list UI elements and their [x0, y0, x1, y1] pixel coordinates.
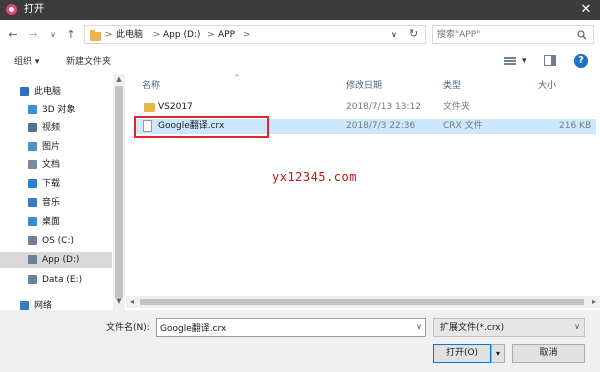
file-modified: 2018/7/3 22:36 [346, 121, 416, 131]
recent-locations-button[interactable]: ∨ [46, 28, 60, 42]
breadcrumb-separator: > [105, 30, 113, 40]
music-icon [28, 198, 37, 207]
scroll-left-arrow[interactable]: ◂ [126, 296, 138, 308]
search-box[interactable] [432, 25, 594, 44]
open-dropdown-button[interactable]: ▾ [491, 344, 505, 363]
file-name: VS2017 [158, 102, 193, 112]
breadcrumb-app-folder[interactable]: APP [218, 29, 235, 41]
sidebar-item-label: 桌面 [42, 217, 61, 227]
sidebar-item[interactable]: 桌面 [0, 214, 112, 230]
navigation-scrollbar[interactable]: ▲ ▼ [113, 74, 125, 310]
scroll-thumb[interactable] [115, 86, 123, 298]
sidebar-item[interactable]: 文档 [0, 157, 112, 173]
chevron-down-icon[interactable]: ∨ [416, 322, 422, 331]
document-icon [28, 160, 37, 169]
folder-icon [144, 103, 155, 112]
app-icon [6, 4, 17, 15]
file-type: CRX 文件 [443, 121, 483, 131]
cancel-button[interactable]: 取消 [512, 344, 585, 363]
sidebar-item[interactable]: 下载 [0, 176, 112, 192]
sidebar-item-label: 文档 [42, 160, 61, 170]
column-header-modified[interactable]: 修改日期 [346, 80, 382, 92]
open-button[interactable]: 打开(O) [433, 344, 491, 363]
download-icon [28, 179, 37, 188]
picture-icon [28, 142, 37, 151]
search-icon[interactable] [577, 30, 587, 40]
file-type-value: 扩展文件(*.crx) [440, 323, 505, 333]
scroll-thumb[interactable] [140, 299, 584, 305]
breadcrumb-separator: > [243, 30, 251, 40]
sidebar-item-label: 3D 对象 [42, 105, 76, 115]
sidebar-item-label: Data (E:) [42, 275, 83, 285]
drive-icon [28, 255, 37, 264]
sidebar-item[interactable]: 此电脑 [0, 84, 112, 100]
new-folder-button[interactable]: 新建文件夹 [66, 56, 111, 68]
up-button[interactable]: ↑ [64, 28, 78, 42]
sidebar-item[interactable]: Data (E:) [0, 272, 112, 288]
forward-button[interactable]: → [26, 28, 40, 42]
title-bar: 打开 ✕ [0, 0, 600, 20]
cube-icon [28, 105, 37, 114]
annotation-highlight-box [134, 116, 269, 138]
filename-label: 文件名(N): [106, 323, 150, 333]
column-header-size[interactable]: 大小 [538, 80, 556, 92]
sidebar-item[interactable]: OS (C:) [0, 233, 112, 249]
column-header-type[interactable]: 类型 [443, 80, 461, 92]
sidebar-item[interactable]: 图片 [0, 139, 112, 155]
sidebar-item[interactable]: 音乐 [0, 195, 112, 211]
file-type: 文件夹 [443, 102, 471, 112]
breadcrumb-separator: > [153, 30, 161, 40]
folder-icon [90, 30, 101, 41]
file-size: 216 KB [559, 121, 592, 131]
breadcrumb-app-drive[interactable]: App (D:) [163, 29, 200, 41]
view-options-dropdown[interactable]: ▾ [522, 55, 527, 67]
sidebar-item-label: OS (C:) [42, 236, 74, 246]
scroll-up-arrow[interactable]: ▲ [113, 74, 125, 84]
computer-icon [20, 87, 29, 96]
breadcrumb-this-pc[interactable]: 此电脑 [116, 29, 143, 41]
back-button[interactable]: ← [6, 28, 20, 42]
sidebar-item-label: 视频 [42, 123, 61, 133]
sidebar-item[interactable]: App (D:) [0, 252, 112, 268]
filename-field[interactable]: ∨ [156, 318, 426, 337]
drive-icon [28, 275, 37, 284]
video-icon [28, 123, 37, 132]
file-modified: 2018/7/13 13:12 [346, 102, 421, 112]
view-options-icon[interactable] [504, 57, 516, 66]
sidebar-item-label: 下载 [42, 179, 61, 189]
scroll-right-arrow[interactable]: ▸ [588, 296, 600, 308]
window-title: 打开 [24, 4, 44, 15]
file-row-vs2017[interactable]: VS2017 2018/7/13 13:12 文件夹 [134, 100, 596, 115]
desktop-icon [28, 217, 37, 226]
organize-button[interactable]: 组织 ▾ [14, 56, 39, 68]
sidebar-item-label: 图片 [42, 142, 61, 152]
sort-ascending-icon: ^ [234, 74, 240, 82]
address-dropdown-button[interactable]: ∨ [391, 29, 397, 41]
breadcrumb-separator: > [207, 30, 215, 40]
sidebar-item-label: 音乐 [42, 198, 61, 208]
file-type-select[interactable]: 扩展文件(*.crx) ∨ [433, 318, 585, 337]
scroll-down-arrow[interactable]: ▼ [113, 296, 125, 306]
watermark-text: yx12345.com [272, 170, 357, 184]
sidebar-item-label: App (D:) [42, 255, 80, 265]
refresh-icon[interactable]: ↻ [409, 28, 418, 40]
close-button[interactable]: ✕ [578, 2, 594, 18]
file-list-horizontal-scrollbar[interactable]: ◂ ▸ [126, 296, 600, 308]
help-icon[interactable]: ? [574, 54, 588, 68]
filename-input[interactable] [160, 321, 400, 334]
sidebar-item[interactable]: 3D 对象 [0, 102, 112, 118]
chevron-down-icon[interactable]: ∨ [574, 322, 580, 331]
sidebar-item-label: 此电脑 [34, 87, 62, 97]
preview-pane-icon[interactable] [544, 55, 556, 66]
search-input[interactable] [437, 28, 567, 41]
network-icon [20, 301, 29, 310]
column-header-name[interactable]: 名称 [142, 80, 160, 92]
address-bar[interactable]: > 此电脑 > App (D:) > APP > ∨ ↻ [84, 25, 426, 44]
sidebar-item[interactable]: 视频 [0, 120, 112, 136]
drive-icon [28, 236, 37, 245]
